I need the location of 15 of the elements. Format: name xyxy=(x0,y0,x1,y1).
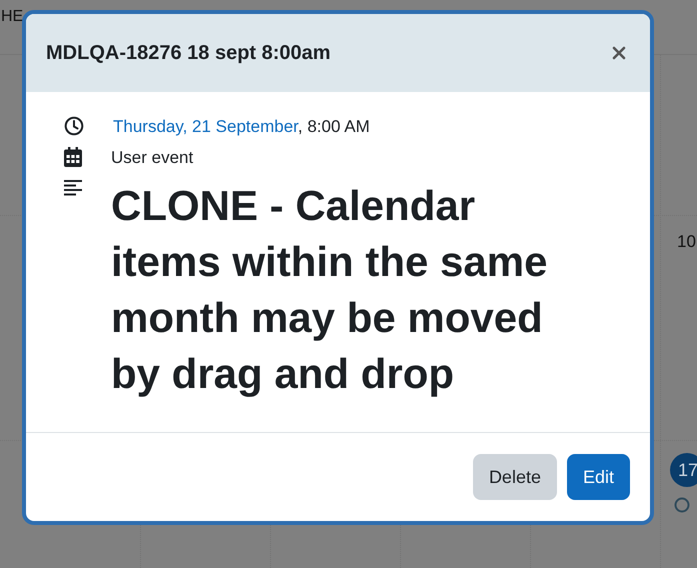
delete-button[interactable]: Delete xyxy=(472,454,557,500)
ring-icon xyxy=(674,497,690,513)
clock-icon xyxy=(64,116,84,136)
edit-button[interactable]: Edit xyxy=(566,454,630,500)
day-number: 10 xyxy=(677,232,696,252)
dialog-title: MDLQA-18276 18 sept 8:00am xyxy=(46,42,331,64)
close-icon[interactable] xyxy=(612,46,626,60)
calendar-icon xyxy=(64,147,82,167)
event-date: Thursday, 21 September, 8:00 AM xyxy=(113,116,370,138)
text-lines-icon xyxy=(64,180,82,196)
day-badge[interactable]: 17 xyxy=(670,453,697,487)
event-description: CLONE - Calendar items within the same month may be moved by drag and drop xyxy=(111,181,548,399)
event-type: User event xyxy=(111,147,194,169)
date-link[interactable]: Thursday, 21 September xyxy=(113,117,298,136)
header-text: HE xyxy=(1,8,24,26)
